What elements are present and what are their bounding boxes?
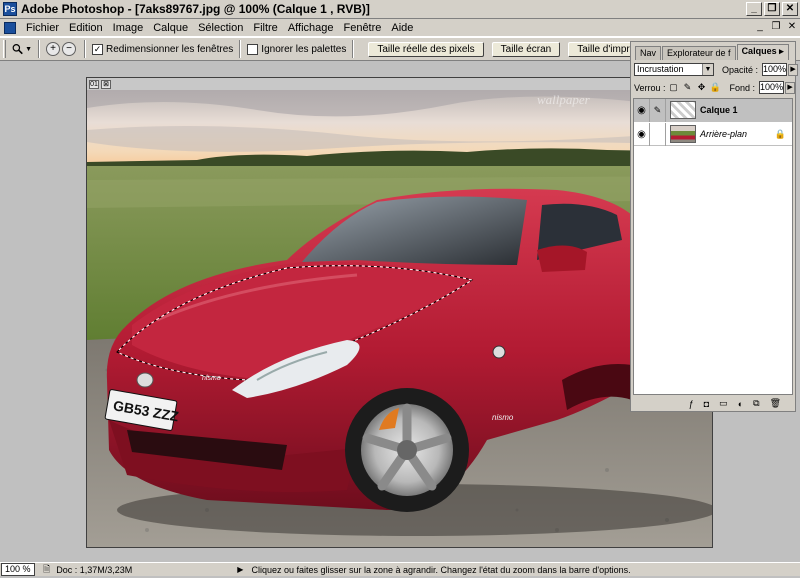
separator xyxy=(38,40,40,58)
tab-file-browser[interactable]: Explorateur de f xyxy=(662,46,736,60)
separator xyxy=(352,40,355,58)
lock-transparency-icon[interactable]: ▢ xyxy=(668,82,680,93)
layer-thumbnail xyxy=(670,101,696,119)
menu-fenetre[interactable]: Fenêtre xyxy=(338,22,386,34)
resize-windows-label: Redimensionner les fenêtres xyxy=(106,43,234,55)
checkbox-checked-icon: ✓ xyxy=(92,43,103,55)
layer-thumbnail xyxy=(670,125,696,143)
lock-pixels-icon[interactable]: ✎ xyxy=(682,82,694,93)
document-system-icon[interactable] xyxy=(4,21,16,34)
eye-icon[interactable]: ◉ xyxy=(634,98,650,122)
chevron-down-icon: ▼ xyxy=(702,64,713,75)
menu-image[interactable]: Image xyxy=(108,22,149,34)
lock-label: Verrou : xyxy=(634,82,666,93)
status-hint: Cliquez ou faites glisser sur la zone à … xyxy=(251,564,631,575)
trash-icon[interactable]: 🗑 xyxy=(770,398,781,409)
document-header: 01 ⊠ xyxy=(87,78,712,90)
photoshop-window: Ps Adobe Photoshop - [7aks89767.jpg @ 10… xyxy=(0,0,800,576)
window-controls: _ ❐ ✕ xyxy=(746,2,798,16)
minimize-button[interactable]: _ xyxy=(746,2,762,16)
chevron-down-icon: ▼ xyxy=(25,45,32,53)
separator xyxy=(239,40,242,58)
close-button[interactable]: ✕ xyxy=(782,2,798,16)
opacity-label: Opacité : xyxy=(722,64,759,75)
zoom-tool-preset[interactable]: ▼ xyxy=(12,40,32,58)
menu-aide[interactable]: Aide xyxy=(386,22,418,34)
fill-slider-button[interactable]: ▶ xyxy=(785,81,796,94)
brush-icon[interactable]: ✎ xyxy=(650,98,666,122)
lock-row: Verrou : ▢ ✎ ✥ 🔒 Fond : 100% ▶ xyxy=(634,81,796,94)
document-icon: 🗎 xyxy=(43,563,51,574)
tab-navigator[interactable]: Nav xyxy=(635,46,662,60)
layers-palette: Nav Explorateur de f Calques ▸ Incrustat… xyxy=(630,41,799,412)
opacity-slider-button[interactable]: ▶ xyxy=(788,63,799,76)
separator xyxy=(84,40,86,58)
palette-footer: ƒ ◘ ▭ ◐ ⧉ 🗑 xyxy=(631,396,795,411)
checkbox-unchecked-icon xyxy=(247,43,259,55)
document-window: 01 ⊠ GB53 ZZZ nismo nismo wallpaper xyxy=(86,77,713,548)
front-badge-text: nismo xyxy=(202,375,221,382)
zoom-in-button[interactable]: + xyxy=(46,42,60,56)
palette-tabs: Nav Explorateur de f Calques ▸ xyxy=(631,42,795,60)
doc-close-button[interactable]: ✕ xyxy=(786,21,798,33)
doc-icon-close[interactable]: ⊠ xyxy=(101,79,111,89)
watermark-text: wallpaper xyxy=(537,92,591,107)
restore-button[interactable]: ❐ xyxy=(764,2,780,16)
actual-pixels-button[interactable]: Taille réelle des pixels xyxy=(368,41,484,57)
zoom-level-field[interactable]: 100 % xyxy=(1,563,35,576)
play-arrow-icon[interactable]: ▶ xyxy=(237,565,243,574)
new-layer-icon[interactable]: ⧉ xyxy=(753,398,759,409)
layer-row-calque-1[interactable]: ◉ ✎ Calque 1 xyxy=(634,98,792,122)
fill-label: Fond : xyxy=(729,82,756,93)
menu-selection[interactable]: Sélection xyxy=(193,22,248,34)
resize-windows-checkbox[interactable]: ✓ Redimensionner les fenêtres xyxy=(92,43,234,55)
menu-bar: Fichier Edition Image Calque Sélection F… xyxy=(0,19,800,37)
blend-mode-select[interactable]: Incrustation ▼ xyxy=(634,63,714,76)
menu-filtre[interactable]: Filtre xyxy=(248,22,282,34)
document-size-info[interactable]: Doc : 1,37M/3,23M xyxy=(56,565,132,575)
lock-all-icon[interactable]: 🔒 xyxy=(710,82,722,93)
ignore-palettes-label: Ignorer les palettes xyxy=(261,43,347,55)
menu-fichier[interactable]: Fichier xyxy=(21,22,64,34)
blend-row: Incrustation ▼ Opacité : 100% ▶ xyxy=(634,63,799,76)
options-grip[interactable] xyxy=(3,40,6,58)
lock-position-icon[interactable]: ✥ xyxy=(696,82,708,93)
tab-layers[interactable]: Calques ▸ xyxy=(736,44,789,60)
ignore-palettes-checkbox[interactable]: Ignorer les palettes xyxy=(247,43,347,55)
eye-icon[interactable]: ◉ xyxy=(634,122,650,146)
menu-affichage[interactable]: Affichage xyxy=(283,22,339,34)
adjustment-layer-icon[interactable]: ◐ xyxy=(738,399,743,409)
document-controls: _ ❐ ✕ xyxy=(754,21,798,33)
brush-slot[interactable] xyxy=(650,122,666,146)
layer-name: Arrière-plan xyxy=(700,129,748,139)
add-mask-icon[interactable]: ◘ xyxy=(704,399,709,409)
layer-style-icon[interactable]: ƒ xyxy=(689,399,694,409)
menu-calque[interactable]: Calque xyxy=(148,22,193,34)
fill-field[interactable]: 100% xyxy=(759,81,785,94)
new-set-icon[interactable]: ▭ xyxy=(719,398,728,409)
layer-row-arriere-plan[interactable]: ◉ Arrière-plan 🔒 xyxy=(634,122,792,146)
title-bar: Ps Adobe Photoshop - [7aks89767.jpg @ 10… xyxy=(0,0,800,19)
layer-name: Calque 1 xyxy=(700,105,738,115)
window-title: Adobe Photoshop - [7aks89767.jpg @ 100% … xyxy=(21,2,370,16)
blend-mode-value: Incrustation xyxy=(637,64,684,74)
doc-icon-01[interactable]: 01 xyxy=(89,79,99,89)
car-photo: GB53 ZZZ nismo nismo wallpaper xyxy=(87,90,712,547)
status-bar: 100 % 🗎 Doc : 1,37M/3,23M ▶ Cliquez ou f… xyxy=(0,562,800,576)
magnifier-icon xyxy=(12,44,23,55)
lock-icon: 🔒 xyxy=(774,128,786,139)
zoom-out-button[interactable]: − xyxy=(62,42,76,56)
menu-edition[interactable]: Edition xyxy=(64,22,108,34)
doc-minimize-button[interactable]: _ xyxy=(754,21,766,33)
opacity-field[interactable]: 100% xyxy=(762,63,788,76)
photoshop-app-icon[interactable]: Ps xyxy=(3,2,17,16)
image-canvas[interactable]: GB53 ZZZ nismo nismo wallpaper xyxy=(87,90,712,547)
side-badge-text: nismo xyxy=(492,413,514,422)
fit-screen-button[interactable]: Taille écran xyxy=(491,41,561,57)
doc-restore-button[interactable]: ❐ xyxy=(770,21,782,33)
layers-list: ◉ ✎ Calque 1 ◉ Arrière-plan 🔒 xyxy=(633,98,793,395)
